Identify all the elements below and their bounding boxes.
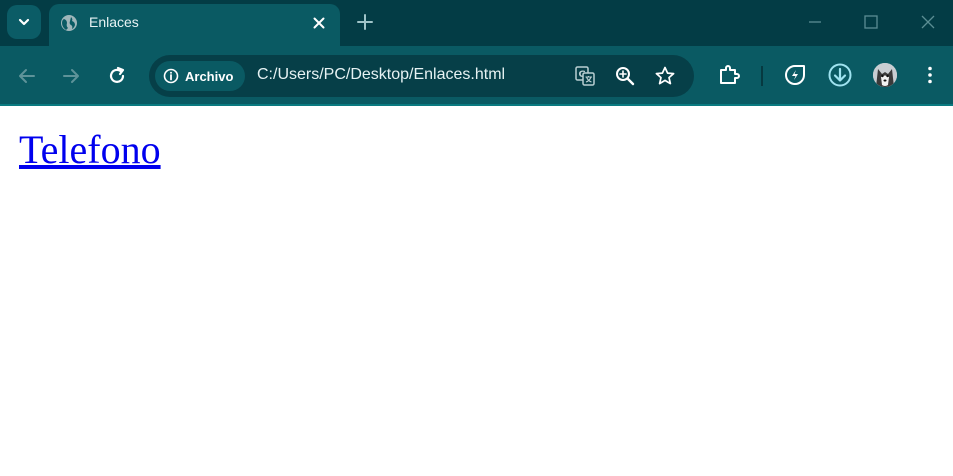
telefono-link[interactable]: Telefono [19, 126, 161, 173]
toolbar-separator [761, 66, 763, 86]
globe-icon [61, 15, 77, 31]
tab-title: Enlaces [89, 14, 139, 30]
tab-search-button[interactable] [7, 5, 41, 39]
download-icon[interactable] [828, 63, 852, 87]
performance-icon[interactable] [783, 63, 807, 87]
profile-picture-icon [873, 63, 897, 87]
more-vert-icon[interactable] [918, 63, 942, 87]
toolbar: Archivo C:/Users/PC/Desktop/Enlaces.html… [0, 46, 953, 104]
zoom-icon[interactable] [614, 65, 636, 87]
url-text[interactable]: C:/Users/PC/Desktop/Enlaces.html [257, 66, 505, 84]
page-content: Telefono [0, 106, 953, 476]
maximize-icon[interactable] [862, 13, 880, 31]
reload-icon[interactable] [106, 65, 128, 87]
avatar[interactable] [873, 63, 897, 87]
minimize-icon[interactable] [806, 13, 824, 31]
title-bar: Enlaces [0, 0, 953, 46]
chevron-down-icon [18, 18, 30, 26]
close-icon[interactable] [311, 15, 327, 31]
address-bar[interactable]: Archivo C:/Users/PC/Desktop/Enlaces.html… [149, 55, 694, 97]
window-close-icon[interactable] [919, 13, 937, 31]
site-info-chip[interactable]: Archivo [155, 61, 245, 91]
plus-icon[interactable] [355, 12, 375, 32]
translate-icon[interactable]: G [574, 65, 596, 87]
info-icon [163, 68, 179, 84]
extensions-icon[interactable] [717, 63, 741, 87]
star-icon[interactable] [654, 65, 676, 87]
chip-label: Archivo [185, 68, 234, 84]
forward-arrow-icon[interactable] [60, 65, 82, 87]
active-tab[interactable]: Enlaces [49, 4, 340, 46]
back-arrow-icon[interactable] [16, 65, 38, 87]
